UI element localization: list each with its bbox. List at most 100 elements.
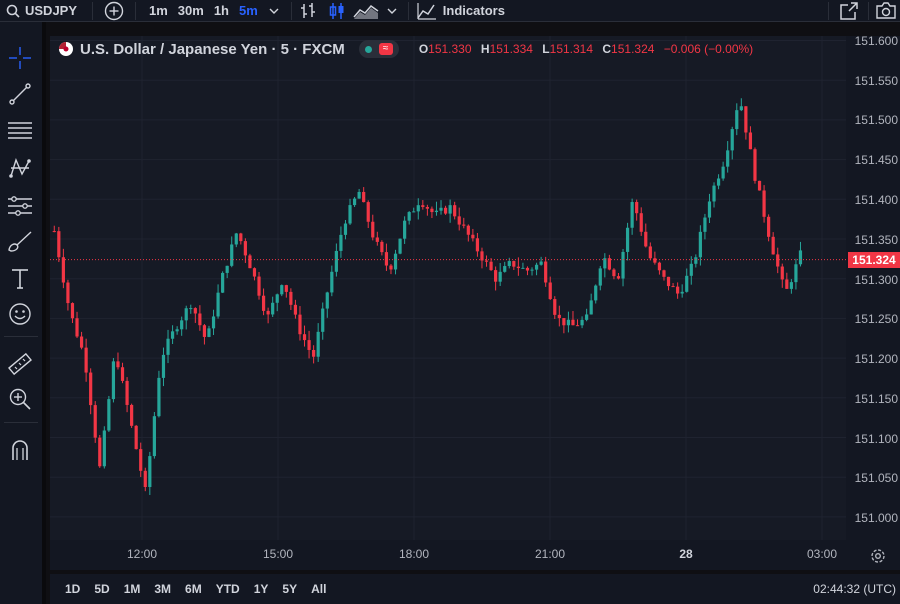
candle-body-down <box>575 325 580 327</box>
candle-body-up <box>348 205 352 224</box>
change-value: −0.006 (−0.00%) <box>663 42 754 56</box>
drawing-toolbar <box>0 22 46 604</box>
open-key: O <box>418 42 429 56</box>
candle-body-up <box>343 223 348 235</box>
open-status-dot <box>365 45 373 53</box>
candle-body-up <box>357 191 361 199</box>
projection-icon <box>8 196 32 216</box>
candle-body-down <box>430 208 434 213</box>
candle-body-up <box>416 205 420 212</box>
area-chart-icon <box>353 4 379 19</box>
market-status[interactable]: ≈ <box>358 40 399 58</box>
ohlc-values: O151.330 H151.334 L151.314 C151.324 −0.0… <box>413 42 753 56</box>
range-all[interactable]: All <box>304 582 333 596</box>
chevron-down-icon <box>269 8 279 14</box>
brush-tool[interactable] <box>5 227 35 257</box>
range-1m[interactable]: 1M <box>117 582 148 596</box>
candle-body-down <box>475 238 480 252</box>
fib-tool[interactable] <box>5 116 35 146</box>
snapshot-button[interactable] <box>874 0 898 22</box>
timeframe-5m[interactable]: 5m <box>234 0 263 22</box>
candle-body-up <box>407 212 411 221</box>
candle-body-up <box>716 178 721 186</box>
chart-settings-button[interactable] <box>868 546 888 566</box>
candle-body-down <box>525 267 530 271</box>
timeframe-dropdown[interactable] <box>263 0 285 22</box>
close-value: 151.324 <box>611 42 655 56</box>
candle-body-down <box>767 216 771 237</box>
pattern-tool[interactable] <box>5 153 35 183</box>
candle-body-down <box>776 254 780 267</box>
candle-body-down <box>757 180 762 191</box>
range-5y[interactable]: 5Y <box>275 582 304 596</box>
divider <box>4 422 38 423</box>
indicators-button[interactable]: Indicators <box>409 0 513 22</box>
range-1y[interactable]: 1Y <box>247 582 276 596</box>
candle-body-up <box>275 294 279 303</box>
trend-line-tool[interactable] <box>5 79 35 109</box>
candle-body-down <box>89 372 93 406</box>
fullscreen-button[interactable] <box>836 0 862 22</box>
candle-body-up <box>111 361 116 400</box>
candle-body-down <box>202 325 207 337</box>
candle-body-up <box>412 211 416 213</box>
zoom-tool[interactable] <box>5 384 35 414</box>
candle-body-down <box>512 261 516 267</box>
timeframe-1h[interactable]: 1h <box>209 0 234 22</box>
candle-body-up <box>507 261 511 267</box>
add-symbol-button[interactable] <box>93 0 135 22</box>
candle-body-up <box>707 201 712 218</box>
candle-body-down <box>421 205 425 207</box>
chart-type-dropdown[interactable] <box>382 0 402 22</box>
candle-body-down <box>312 349 316 357</box>
range-6m[interactable]: 6M <box>178 582 209 596</box>
magnet-tool[interactable] <box>5 435 35 465</box>
candle-chart-button[interactable] <box>324 0 350 22</box>
candle-body-up <box>739 106 743 111</box>
emoji-icon <box>9 303 31 325</box>
price-label: 151.350 <box>854 233 898 247</box>
chart-pane[interactable] <box>50 36 846 570</box>
time-label: 21:00 <box>534 547 566 561</box>
candle-body-up <box>712 185 716 202</box>
emoji-tool[interactable] <box>5 299 35 329</box>
candle-body-up <box>448 205 452 214</box>
range-ytd[interactable]: YTD <box>209 582 247 596</box>
measure-tool[interactable] <box>5 349 35 379</box>
bar-chart-icon <box>300 2 315 18</box>
time-label: 03:00 <box>806 547 838 561</box>
candle-body-down <box>676 286 680 294</box>
fib-icon <box>8 122 32 139</box>
range-3m[interactable]: 3M <box>147 582 178 596</box>
text-tool[interactable] <box>5 264 35 294</box>
time-axis[interactable]: 12:00 15:00 18:00 21:00 28 03:00 <box>50 540 846 570</box>
bar-chart-button[interactable] <box>292 0 324 22</box>
candle-body-down <box>120 367 125 381</box>
utc-clock[interactable]: 02:44:32 (UTC) <box>813 582 896 596</box>
timeframe-30m[interactable]: 30m <box>173 0 209 22</box>
range-1d[interactable]: 1D <box>58 582 87 596</box>
range-5d[interactable]: 5D <box>87 582 116 596</box>
candle-body-up <box>189 308 193 310</box>
candle-body-down <box>289 291 293 305</box>
candle-body-up <box>148 456 152 488</box>
indicators-label: Indicators <box>442 3 505 18</box>
projection-tool[interactable] <box>5 190 35 220</box>
candle-body-up <box>721 166 725 179</box>
candle-body-down <box>571 319 575 326</box>
candle-body-down <box>466 225 470 235</box>
candle-body-up <box>221 272 225 293</box>
candle-body-down <box>666 276 671 287</box>
symbol-search[interactable]: USDJPY <box>0 3 92 18</box>
area-chart-button[interactable] <box>350 0 382 22</box>
candle-body-up <box>594 285 598 301</box>
candlestick-chart[interactable] <box>50 36 846 570</box>
candle-body-down <box>302 334 307 341</box>
candle-body-down <box>98 437 102 467</box>
crosshair-tool[interactable] <box>5 43 35 73</box>
price-label: 151.100 <box>854 432 898 446</box>
open-value: 151.330 <box>428 42 472 56</box>
price-axis[interactable]: 151.600 151.550 151.500 151.450 151.400 … <box>846 34 900 570</box>
time-label: 12:00 <box>126 547 158 561</box>
timeframe-1m[interactable]: 1m <box>144 0 173 22</box>
